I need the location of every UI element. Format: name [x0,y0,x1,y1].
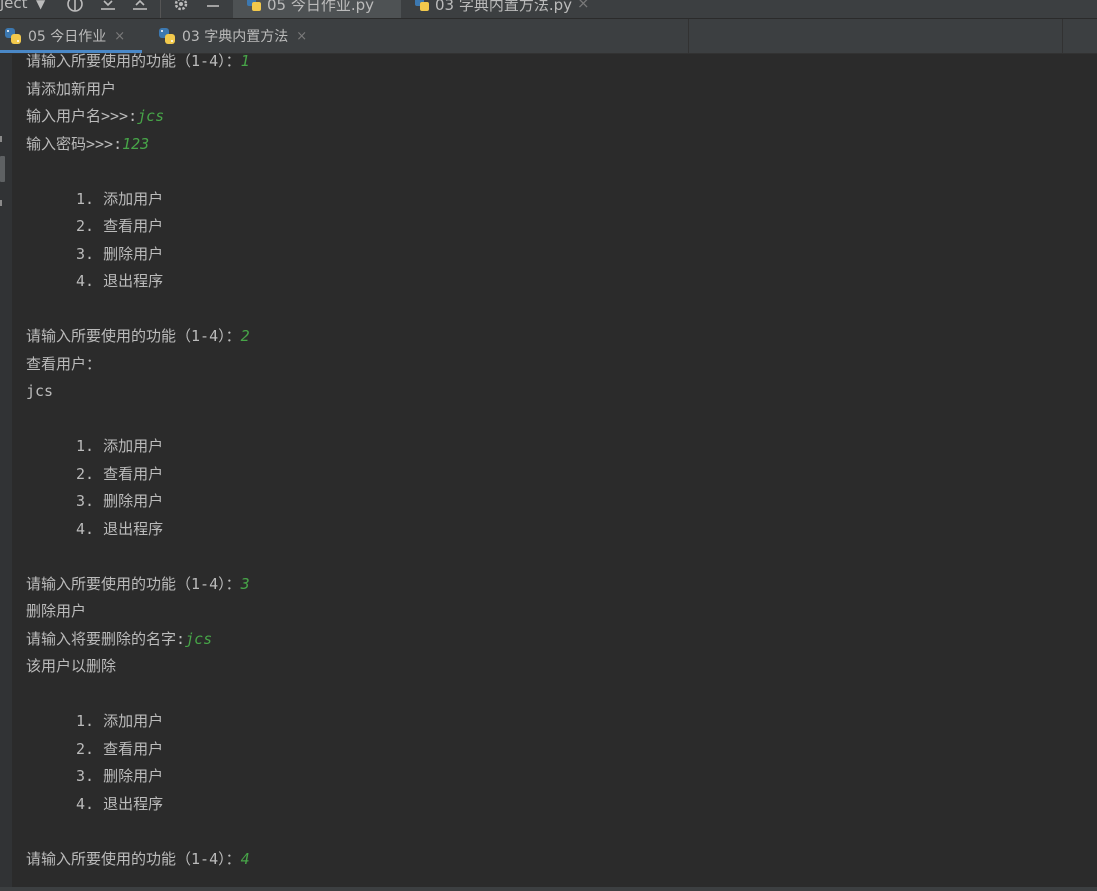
prompt-text: 请输入所要使用的功能（1-4）： [26,327,241,345]
prompt-text: 输入密码>>>: [26,134,123,153]
globe-icon[interactable] [66,0,84,13]
close-icon[interactable]: × [296,29,307,44]
minimize-icon[interactable] [204,0,222,13]
user-input: 1 [240,52,250,70]
menu-item: 3. 删除用户 [76,244,164,263]
console-line: jcs [26,382,54,400]
run-tab-label: 03 字典内置方法 [182,29,289,45]
console-line: 查看用户： [26,354,102,373]
console-line: 请输入所要使用的功能（1-4）：4 [26,846,1077,874]
menu-item: 2. 查看用户 [76,739,164,758]
user-input: 3 [240,574,250,593]
collapse-all-icon[interactable] [99,0,117,13]
python-file-icon [415,0,429,11]
left-gutter [0,54,12,891]
editor-tab-label: 05 今日作业.py [267,0,375,14]
prompt-text: 请输入将要删除的名字: [26,629,186,648]
gutter-marker [0,200,2,206]
run-tab-label: 05 今日作业 [28,29,107,45]
user-input: 2 [240,327,250,345]
menu-item: 3. 删除用户 [76,767,164,785]
console-line: 输入密码>>>:123 [26,131,1077,159]
close-icon[interactable]: × [114,29,125,44]
menu-item: 1. 添加用户 [76,712,164,730]
user-input: jcs [185,629,213,648]
console-line: 请输入所要使用的功能（1-4）：2 [26,323,1077,351]
user-input: 4 [240,849,250,868]
gutter-scroll-handle[interactable] [0,156,5,182]
prompt-text: 输入用户名>>>: [26,107,138,125]
editor-toolbar: ject ▼ 05 今日作业.py 03 字典内置方法.py × [0,0,1097,19]
console-line: 删除用户 [26,602,87,620]
menu-item: 1. 添加用户 [76,189,164,208]
editor-tab-label: 03 字典内置方法.py [435,0,573,14]
console-line: 请输入所要使用的功能（1-4）：3 [26,571,1077,599]
console-line: 请添加新用户 [26,79,117,98]
bottom-border [0,887,1097,891]
python-icon [159,28,175,44]
console-line: 输入用户名>>>:jcs [26,103,1077,131]
console-line: 请输入所要使用的功能（1-4）：1 [26,48,1077,76]
run-console[interactable]: 请输入所要使用的功能（1-4）：1 请添加新用户 输入用户名>>>:jcs 输入… [26,48,1077,873]
prompt-text: 请输入所要使用的功能（1-4）： [26,574,241,593]
prompt-text: 请输入所要使用的功能（1-4）： [26,849,241,868]
python-icon [5,28,21,44]
editor-tab-05[interactable]: 05 今日作业.py [233,0,401,18]
gutter-marker [0,136,2,142]
prompt-text: 请输入所要使用的功能（1-4）： [26,52,241,70]
console-line: 请输入将要删除的名字:jcs [26,626,1077,654]
expand-all-icon[interactable] [131,0,149,13]
toolbar-divider [160,0,161,18]
menu-item: 2. 查看用户 [76,217,164,235]
python-file-icon [247,0,261,11]
user-input: 123 [122,134,150,153]
menu-item: 4. 退出程序 [76,519,164,538]
menu-item: 2. 查看用户 [76,464,164,483]
menu-item: 4. 退出程序 [76,794,164,813]
menu-item: 3. 删除用户 [76,492,164,510]
editor-tab-03[interactable]: 03 字典内置方法.py × [401,0,601,18]
user-input: jcs [137,107,165,125]
menu-item: 1. 添加用户 [76,437,164,455]
project-label[interactable]: ject [0,0,28,12]
gear-icon[interactable] [172,0,190,13]
menu-item: 4. 退出程序 [76,272,164,290]
chevron-down-icon[interactable]: ▼ [36,0,45,11]
console-line: 该用户以删除 [26,657,117,675]
close-icon[interactable]: × [577,0,590,12]
